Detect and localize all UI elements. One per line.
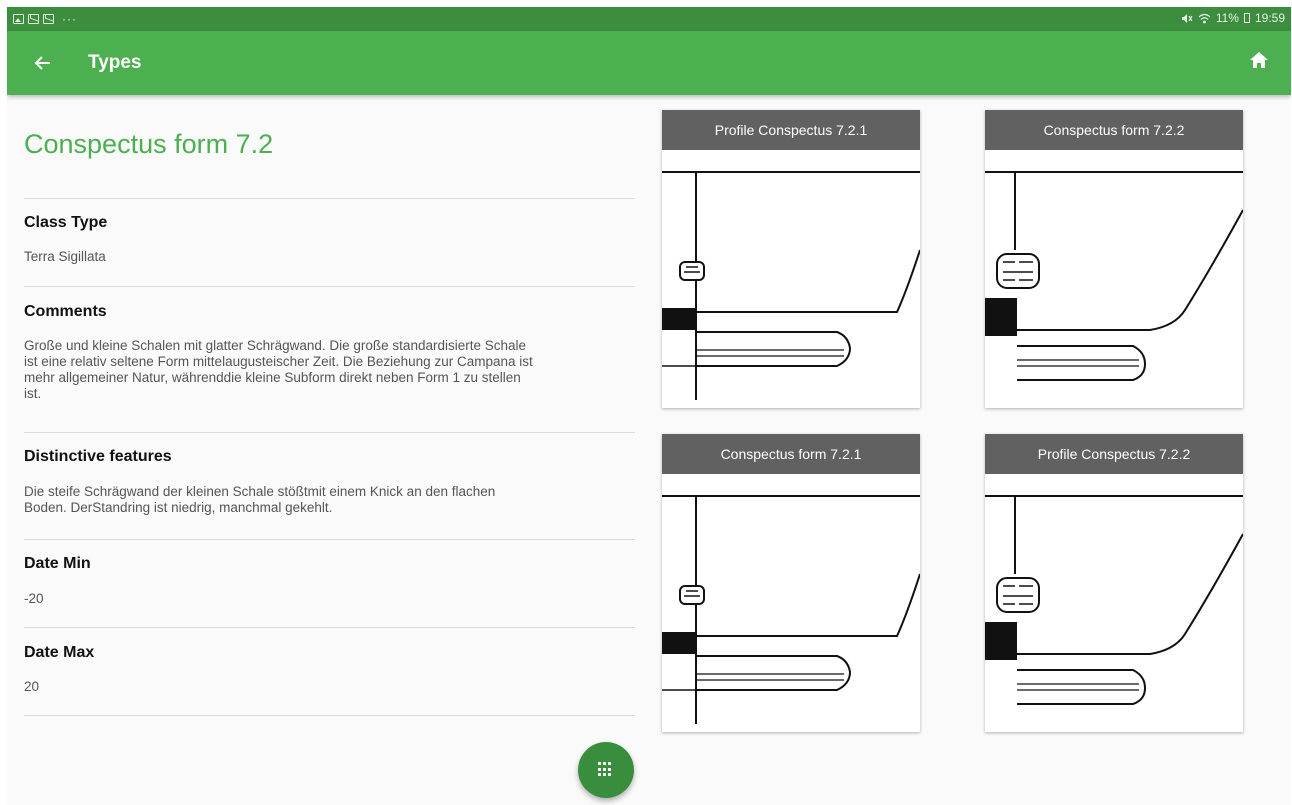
form-title: Conspectus form 7.2	[24, 129, 274, 159]
notification-icons: ···	[13, 12, 77, 26]
distinctive-features-value: Die steife Schrägwand der kleinen Schale…	[24, 484, 624, 516]
divider	[24, 432, 635, 433]
features-line: Die steife Schrägwand der kleinen Schale…	[24, 484, 496, 499]
arrow-left-icon	[34, 56, 50, 70]
form-drawing-image	[985, 171, 1243, 381]
image-card-title: Profile Conspectus 7.2.2	[985, 434, 1243, 474]
profile-drawing-image	[662, 171, 920, 400]
grid-menu-fab[interactable]	[578, 742, 634, 798]
comments-line: ist eine relativ seltene Form mittelaugu…	[24, 354, 533, 369]
comments-line: mehr allgemeiner Natur, währenddie klein…	[24, 370, 521, 385]
image-card-title: Conspectus form 7.2.2	[985, 110, 1243, 150]
gallery-notification-icon	[13, 14, 24, 24]
comments-line: ist.	[24, 386, 42, 401]
image-card[interactable]: Profile Conspectus 7.2.1	[662, 110, 920, 408]
mail-notification-icon	[28, 14, 39, 24]
date-max-value: 20	[24, 679, 40, 694]
distinctive-features-label: Distinctive features	[24, 448, 172, 465]
comments-value: Große und kleine Schalen mit glatter Sch…	[24, 338, 624, 402]
image-card[interactable]: Conspectus form 7.2.1	[662, 434, 920, 732]
type-detail-panel: Conspectus form 7.2 Class Type Terra Sig…	[7, 95, 635, 805]
date-min-value: -20	[24, 591, 44, 606]
system-icons: 11% 19:59	[1181, 11, 1285, 25]
image-card[interactable]: Profile Conspectus 7.2.2	[985, 434, 1243, 732]
home-icon	[1250, 52, 1268, 68]
date-max-label: Date Max	[24, 644, 95, 661]
grid-menu-icon	[598, 762, 613, 777]
app-bar: Types	[7, 31, 1291, 95]
divider	[24, 627, 635, 628]
back-button[interactable]	[29, 49, 57, 77]
battery-percent: 11%	[1215, 11, 1239, 25]
class-type-value: Terra Sigillata	[24, 249, 106, 264]
image-card-title: Conspectus form 7.2.1	[662, 434, 920, 474]
comments-label: Comments	[24, 303, 107, 320]
image-card-title: Profile Conspectus 7.2.1	[662, 110, 920, 150]
image-card[interactable]: Conspectus form 7.2.2	[985, 110, 1243, 408]
class-type-label: Class Type	[24, 214, 108, 231]
wifi-icon	[1198, 13, 1211, 23]
divider	[24, 198, 635, 199]
mute-icon	[1181, 13, 1193, 23]
more-notifications-icon: ···	[62, 12, 77, 26]
divider	[24, 539, 635, 540]
battery-icon	[1243, 13, 1250, 23]
form-drawing-image	[662, 495, 920, 724]
home-button[interactable]	[1249, 50, 1273, 74]
profile-drawing-image	[985, 495, 1243, 705]
divider	[24, 286, 635, 287]
clock: 19:59	[1254, 11, 1285, 25]
status-bar: ··· 11% 19:59	[7, 7, 1291, 31]
features-line: Boden. DerStandring ist niedrig, manchma…	[24, 500, 333, 515]
email-notification-icon	[43, 14, 54, 24]
date-min-label: Date Min	[24, 555, 91, 572]
app-frame: ··· 11% 19:59 Types Conspectus form 7.2 …	[7, 7, 1291, 805]
divider	[24, 715, 635, 716]
app-bar-title: Types	[88, 52, 142, 73]
comments-line: Große und kleine Schalen mit glatter Sch…	[24, 338, 527, 353]
